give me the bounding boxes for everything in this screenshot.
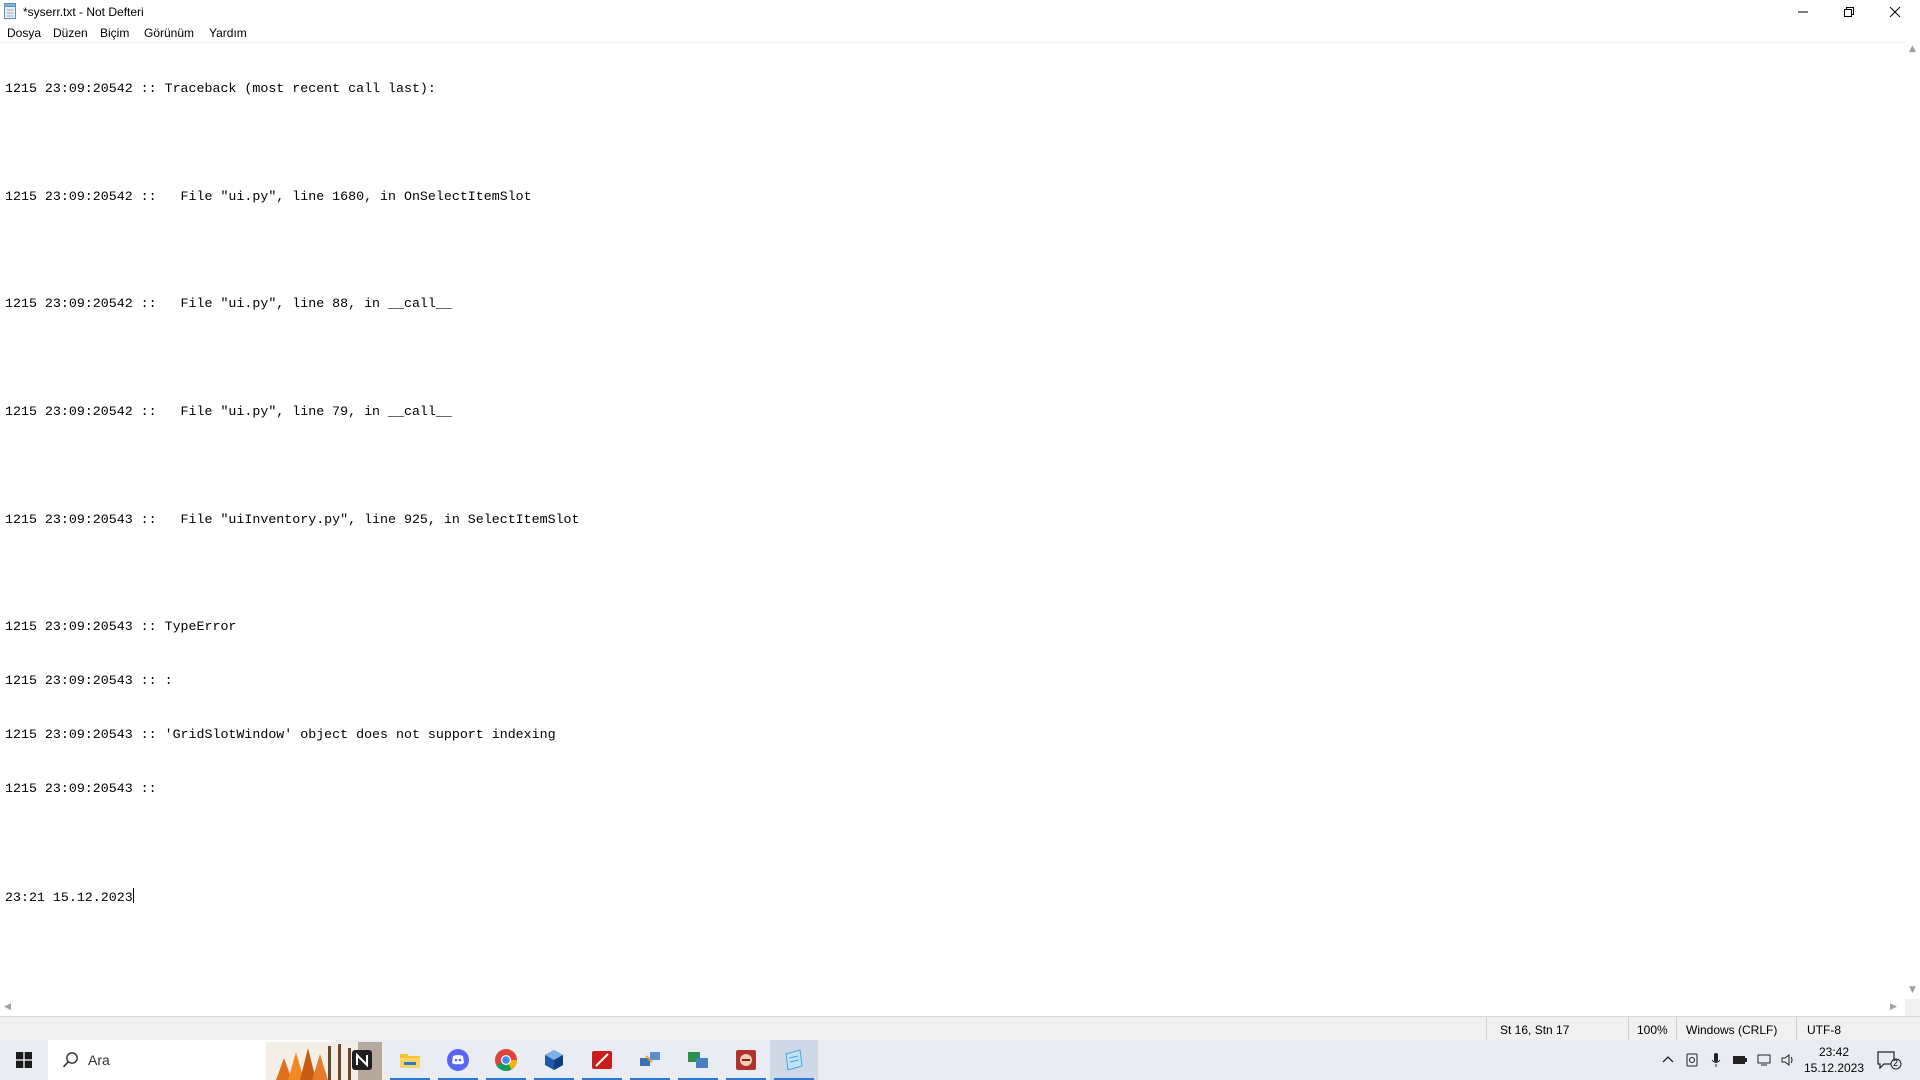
windows-logo-icon <box>16 1052 32 1068</box>
editor-line: 1215 23:09:20543 :: File "uiInventory.py… <box>5 511 580 527</box>
editor-line: 1215 23:09:20543 :: 'GridSlotWindow' obj… <box>5 727 556 743</box>
notion-icon <box>352 1050 372 1070</box>
taskbar-virtualbox[interactable] <box>530 1040 578 1080</box>
scroll-up-icon[interactable]: ▲ <box>1909 44 1916 54</box>
device-icon[interactable] <box>1684 1052 1700 1068</box>
zoom-level: 100% <box>1637 1023 1668 1037</box>
taskbar-clock[interactable]: 23:42 15.12.2023 <box>1796 1044 1872 1076</box>
taskbar-notepad[interactable] <box>770 1040 818 1080</box>
start-button[interactable] <box>0 1040 48 1080</box>
window-title: *syserr.txt - Not Defteri <box>23 5 144 19</box>
volume-icon[interactable] <box>1780 1052 1796 1068</box>
close-icon <box>1889 6 1901 18</box>
taskbar-search[interactable]: Ara <box>48 1040 384 1080</box>
taskbar-game-app[interactable] <box>722 1040 770 1080</box>
restore-icon <box>1844 7 1854 17</box>
network-status-icon[interactable] <box>1756 1052 1772 1068</box>
close-button[interactable] <box>1872 0 1918 24</box>
notification-count: 2 <box>1893 1058 1899 1068</box>
folder-icon <box>400 1054 420 1068</box>
scroll-right-icon[interactable]: ▶ <box>1890 1002 1897 1012</box>
clock-time: 23:42 <box>1818 1045 1850 1059</box>
menu-format[interactable]: Biçim <box>99 26 130 40</box>
editor-line: 1215 23:09:20542 :: Traceback (most rece… <box>5 80 436 96</box>
menu-edit[interactable]: Düzen <box>52 26 89 40</box>
horizontal-scrollbar[interactable]: ◀ ▶ <box>0 999 1905 1016</box>
vertical-scrollbar[interactable]: ▲ ▼ <box>1905 42 1920 999</box>
title-bar[interactable]: *syserr.txt - Not Defteri <box>0 0 1920 24</box>
microphone-icon[interactable] <box>1708 1052 1724 1068</box>
notification-center-button[interactable]: 2 <box>1876 1050 1902 1075</box>
menu-help[interactable]: Yardım <box>208 26 248 40</box>
menu-view[interactable]: Görünüm <box>143 26 195 40</box>
chevron-up-icon[interactable] <box>1660 1052 1676 1068</box>
text-editor[interactable]: 1215 23:09:20542 :: Traceback (most rece… <box>0 42 1905 1000</box>
clock-date: 15.12.2023 <box>1803 1061 1865 1075</box>
minimize-button[interactable] <box>1780 0 1826 24</box>
editor-line: 1215 23:09:20542 :: File "ui.py", line 7… <box>5 403 452 419</box>
encoding: UTF-8 <box>1807 1023 1841 1037</box>
taskbar-discord[interactable] <box>434 1040 482 1080</box>
scroll-down-icon[interactable]: ▼ <box>1909 985 1916 995</box>
minimize-icon <box>1798 11 1808 13</box>
app-icon <box>592 1051 612 1069</box>
editor-line: 1215 23:09:20543 :: : <box>5 673 173 689</box>
editor-line: 1215 23:09:20543 :: TypeError <box>5 619 237 635</box>
editor-line: 1215 23:09:20542 :: File "ui.py", line 1… <box>5 188 532 204</box>
game-icon <box>736 1050 756 1070</box>
chrome-icon <box>495 1049 517 1071</box>
taskbar: Ara 23:42 15.12.2023 2 <box>0 1040 1920 1080</box>
scroll-left-icon[interactable]: ◀ <box>4 1002 11 1012</box>
network-icon <box>640 1052 660 1066</box>
editor-line: 1215 23:09:20543 :: <box>5 780 165 796</box>
notepad-icon <box>785 1049 803 1071</box>
taskbar-transfer-tool[interactable] <box>674 1040 722 1080</box>
scrollbar-corner <box>1905 999 1920 1016</box>
battery-icon[interactable] <box>1732 1052 1748 1068</box>
status-bar: St 16, Stn 17 100% Windows (CRLF) UTF-8 <box>0 1016 1920 1041</box>
editor-line-last: 23:21 15.12.2023 <box>5 887 580 906</box>
editor-line: 1215 23:09:20542 :: File "ui.py", line 8… <box>5 296 452 312</box>
restore-button[interactable] <box>1826 0 1872 24</box>
taskbar-network-tool[interactable] <box>626 1040 674 1080</box>
editor-content[interactable]: 1215 23:09:20542 :: Traceback (most rece… <box>5 44 580 941</box>
menu-bar: Dosya Düzen Biçim Görünüm Yardım <box>0 24 1920 42</box>
transfer-icon <box>688 1052 708 1068</box>
search-icon <box>62 1052 78 1068</box>
virtualbox-icon <box>545 1050 563 1070</box>
search-placeholder: Ara <box>88 1052 110 1068</box>
menu-file[interactable]: Dosya <box>6 26 42 40</box>
notepad-icon <box>4 3 16 19</box>
taskbar-red-app[interactable] <box>578 1040 626 1080</box>
discord-icon <box>447 1049 469 1071</box>
taskbar-file-explorer[interactable] <box>386 1040 434 1080</box>
taskbar-notion[interactable] <box>338 1040 386 1080</box>
line-ending: Windows (CRLF) <box>1686 1023 1778 1037</box>
text-caret <box>132 887 134 903</box>
cursor-position: St 16, Stn 17 <box>1500 1023 1570 1037</box>
editor-line-text: 23:21 15.12.2023 <box>5 889 133 905</box>
notification-icon <box>1877 1051 1902 1070</box>
taskbar-chrome[interactable] <box>482 1040 530 1080</box>
